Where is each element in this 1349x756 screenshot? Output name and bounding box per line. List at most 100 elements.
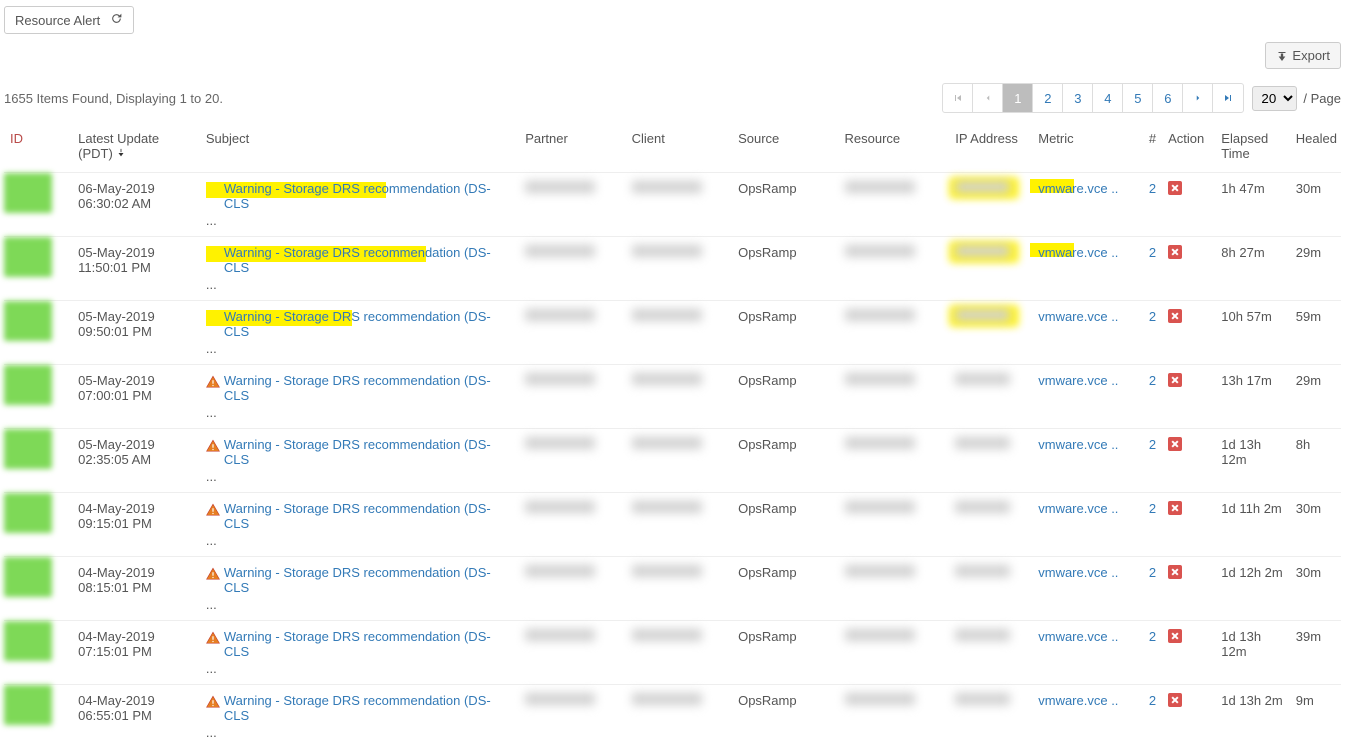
- subject-link[interactable]: Warning - Storage DRS recommendation (DS…: [224, 309, 513, 339]
- cell-metric[interactable]: vmware.vce ..: [1032, 365, 1132, 429]
- subject-ellipsis: ...: [206, 725, 513, 740]
- perpage-select[interactable]: 20: [1252, 86, 1297, 111]
- page-number-6[interactable]: 6: [1153, 84, 1183, 112]
- cell-resource: [839, 621, 950, 685]
- delete-icon[interactable]: [1168, 373, 1182, 387]
- col-header-metric[interactable]: Metric: [1032, 123, 1132, 173]
- cell-resource: [839, 173, 950, 237]
- resource-alert-button[interactable]: Resource Alert: [4, 6, 134, 34]
- col-header-partner[interactable]: Partner: [519, 123, 625, 173]
- perpage-suffix: / Page: [1303, 91, 1341, 106]
- alert-id-tag[interactable]: [4, 173, 52, 213]
- delete-icon[interactable]: [1168, 629, 1182, 643]
- alert-id-tag[interactable]: [4, 365, 52, 405]
- export-button[interactable]: Export: [1265, 42, 1341, 69]
- chevron-right-icon: [1193, 93, 1203, 103]
- cell-healed: 30m: [1290, 557, 1341, 621]
- cell-healed: 39m: [1290, 621, 1341, 685]
- subject-link[interactable]: Warning - Storage DRS recommendation (DS…: [224, 693, 513, 723]
- table-row: 05-May-2019 02:35:05 AMWarning - Storage…: [4, 429, 1341, 493]
- items-found-text: 1655 Items Found, Displaying 1 to 20.: [4, 91, 223, 106]
- count-link[interactable]: 2: [1149, 437, 1156, 452]
- count-link[interactable]: 2: [1149, 629, 1156, 644]
- cell-subject: Warning - Storage DRS recommendation (DS…: [200, 557, 519, 621]
- col-header-id[interactable]: ID: [4, 123, 72, 173]
- page-next-button[interactable]: [1183, 84, 1213, 112]
- alert-id-tag[interactable]: [4, 557, 52, 597]
- alert-table-body: 06-May-2019 06:30:02 AMWarning - Storage…: [4, 173, 1341, 749]
- col-header-elapsed[interactable]: Elapsed Time: [1215, 123, 1290, 173]
- count-link[interactable]: 2: [1149, 181, 1156, 196]
- cell-metric[interactable]: vmware.vce ..: [1032, 173, 1132, 237]
- col-header-source[interactable]: Source: [732, 123, 838, 173]
- delete-icon[interactable]: [1168, 501, 1182, 515]
- col-header-healed[interactable]: Healed: [1290, 123, 1341, 173]
- cell-action: [1162, 365, 1215, 429]
- cell-partner: [519, 237, 625, 301]
- page-number-1[interactable]: 1: [1003, 84, 1033, 112]
- subject-link[interactable]: Warning - Storage DRS recommendation (DS…: [224, 565, 513, 595]
- delete-icon[interactable]: [1168, 245, 1182, 259]
- cell-latest-update: 04-May-2019 08:15:01 PM: [72, 557, 200, 621]
- cell-subject: Warning - Storage DRS recommendation (DS…: [200, 173, 519, 237]
- page-number-4[interactable]: 4: [1093, 84, 1123, 112]
- delete-icon[interactable]: [1168, 693, 1182, 707]
- cell-source: OpsRamp: [732, 365, 838, 429]
- delete-icon[interactable]: [1168, 309, 1182, 323]
- cell-metric[interactable]: vmware.vce ..: [1032, 621, 1132, 685]
- count-link[interactable]: 2: [1149, 373, 1156, 388]
- subject-link[interactable]: Warning - Storage DRS recommendation (DS…: [224, 437, 513, 467]
- count-link[interactable]: 2: [1149, 309, 1156, 324]
- cell-metric[interactable]: vmware.vce ..: [1032, 493, 1132, 557]
- page-prev-button[interactable]: [973, 84, 1003, 112]
- alert-id-tag[interactable]: [4, 237, 52, 277]
- page-first-button[interactable]: [943, 84, 973, 112]
- cell-client: [626, 429, 732, 493]
- cell-partner: [519, 365, 625, 429]
- cell-healed: 29m: [1290, 365, 1341, 429]
- cell-resource: [839, 685, 950, 749]
- col-header-latest-update[interactable]: Latest Update (PDT): [72, 123, 200, 173]
- subject-link[interactable]: Warning - Storage DRS recommendation (DS…: [224, 501, 513, 531]
- count-link[interactable]: 2: [1149, 245, 1156, 260]
- col-header-client[interactable]: Client: [626, 123, 732, 173]
- alert-id-tag[interactable]: [4, 429, 52, 469]
- alert-id-tag[interactable]: [4, 685, 52, 725]
- cell-metric[interactable]: vmware.vce ..: [1032, 429, 1132, 493]
- page-last-button[interactable]: [1213, 84, 1243, 112]
- page-number-3[interactable]: 3: [1063, 84, 1093, 112]
- alert-id-tag[interactable]: [4, 493, 52, 533]
- col-header-count[interactable]: #: [1132, 123, 1162, 173]
- cell-partner: [519, 493, 625, 557]
- col-header-subject[interactable]: Subject: [200, 123, 519, 173]
- col-header-resource[interactable]: Resource: [839, 123, 950, 173]
- cell-metric[interactable]: vmware.vce ..: [1032, 685, 1132, 749]
- cell-resource: [839, 237, 950, 301]
- cell-elapsed: 1d 12h 2m: [1215, 557, 1290, 621]
- cell-metric[interactable]: vmware.vce ..: [1032, 557, 1132, 621]
- subject-link[interactable]: Warning - Storage DRS recommendation (DS…: [224, 373, 513, 403]
- subject-ellipsis: ...: [206, 469, 513, 484]
- alert-table: ID Latest Update (PDT) Subject Partner C…: [4, 123, 1341, 748]
- subject-link[interactable]: Warning - Storage DRS recommendation (DS…: [224, 181, 513, 211]
- delete-icon[interactable]: [1168, 565, 1182, 579]
- count-link[interactable]: 2: [1149, 501, 1156, 516]
- alert-id-tag[interactable]: [4, 621, 52, 661]
- subject-link[interactable]: Warning - Storage DRS recommendation (DS…: [224, 629, 513, 659]
- count-link[interactable]: 2: [1149, 693, 1156, 708]
- cell-latest-update: 05-May-2019 07:00:01 PM: [72, 365, 200, 429]
- page-number-2[interactable]: 2: [1033, 84, 1063, 112]
- cell-healed: 30m: [1290, 173, 1341, 237]
- cell-metric[interactable]: vmware.vce ..: [1032, 237, 1132, 301]
- alert-id-tag[interactable]: [4, 301, 52, 341]
- col-header-ip[interactable]: IP Address: [949, 123, 1032, 173]
- cell-metric[interactable]: vmware.vce ..: [1032, 301, 1132, 365]
- col-header-action[interactable]: Action: [1162, 123, 1215, 173]
- cell-action: [1162, 301, 1215, 365]
- delete-icon[interactable]: [1168, 181, 1182, 195]
- page-number-5[interactable]: 5: [1123, 84, 1153, 112]
- subject-link[interactable]: Warning - Storage DRS recommendation (DS…: [224, 245, 513, 275]
- delete-icon[interactable]: [1168, 437, 1182, 451]
- table-row: 04-May-2019 07:15:01 PMWarning - Storage…: [4, 621, 1341, 685]
- count-link[interactable]: 2: [1149, 565, 1156, 580]
